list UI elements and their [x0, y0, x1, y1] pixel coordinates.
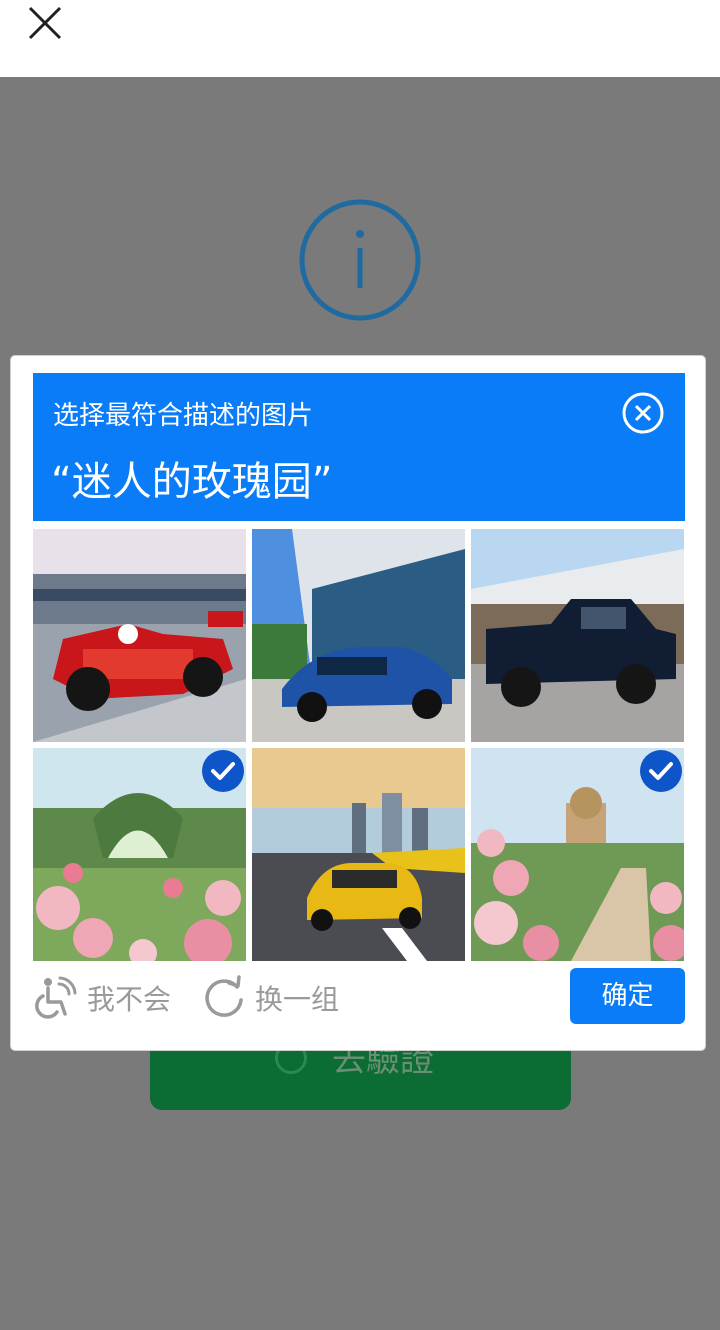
- selected-check-icon: [202, 750, 244, 792]
- captcha-tile-4[interactable]: [33, 748, 246, 961]
- top-bar: [0, 0, 720, 77]
- accessibility-icon[interactable]: [31, 974, 79, 1022]
- captcha-tile-6[interactable]: [471, 748, 684, 961]
- captcha-target: “迷人的玫瑰园”: [51, 459, 333, 505]
- info-icon: [299, 199, 421, 321]
- confirm-button[interactable]: 确定: [570, 968, 685, 1024]
- captcha-tile-3[interactable]: [471, 529, 684, 742]
- captcha-tile-2[interactable]: [252, 529, 465, 742]
- captcha-tile-1[interactable]: [33, 529, 246, 742]
- captcha-header: 选择最符合描述的图片 “迷人的玫瑰园”: [33, 373, 685, 521]
- blue-sedan-image: [252, 529, 465, 742]
- refresh-icon[interactable]: [201, 974, 247, 1020]
- selected-check-icon: [640, 750, 682, 792]
- refresh-button[interactable]: 换一组: [255, 978, 339, 1018]
- close-icon[interactable]: [26, 4, 66, 44]
- pickup-truck-image: [471, 529, 684, 742]
- captcha-dialog: 选择最符合描述的图片 “迷人的玫瑰园” 我不会 换一组 确定: [11, 356, 705, 1050]
- captcha-instruction: 选择最符合描述的图片: [53, 401, 314, 431]
- captcha-tile-5[interactable]: [252, 748, 465, 961]
- race-car-image: [33, 529, 246, 742]
- close-circle-icon[interactable]: [621, 391, 665, 435]
- taxi-image: [252, 748, 465, 961]
- cannot-solve-button[interactable]: 我不会: [87, 978, 171, 1018]
